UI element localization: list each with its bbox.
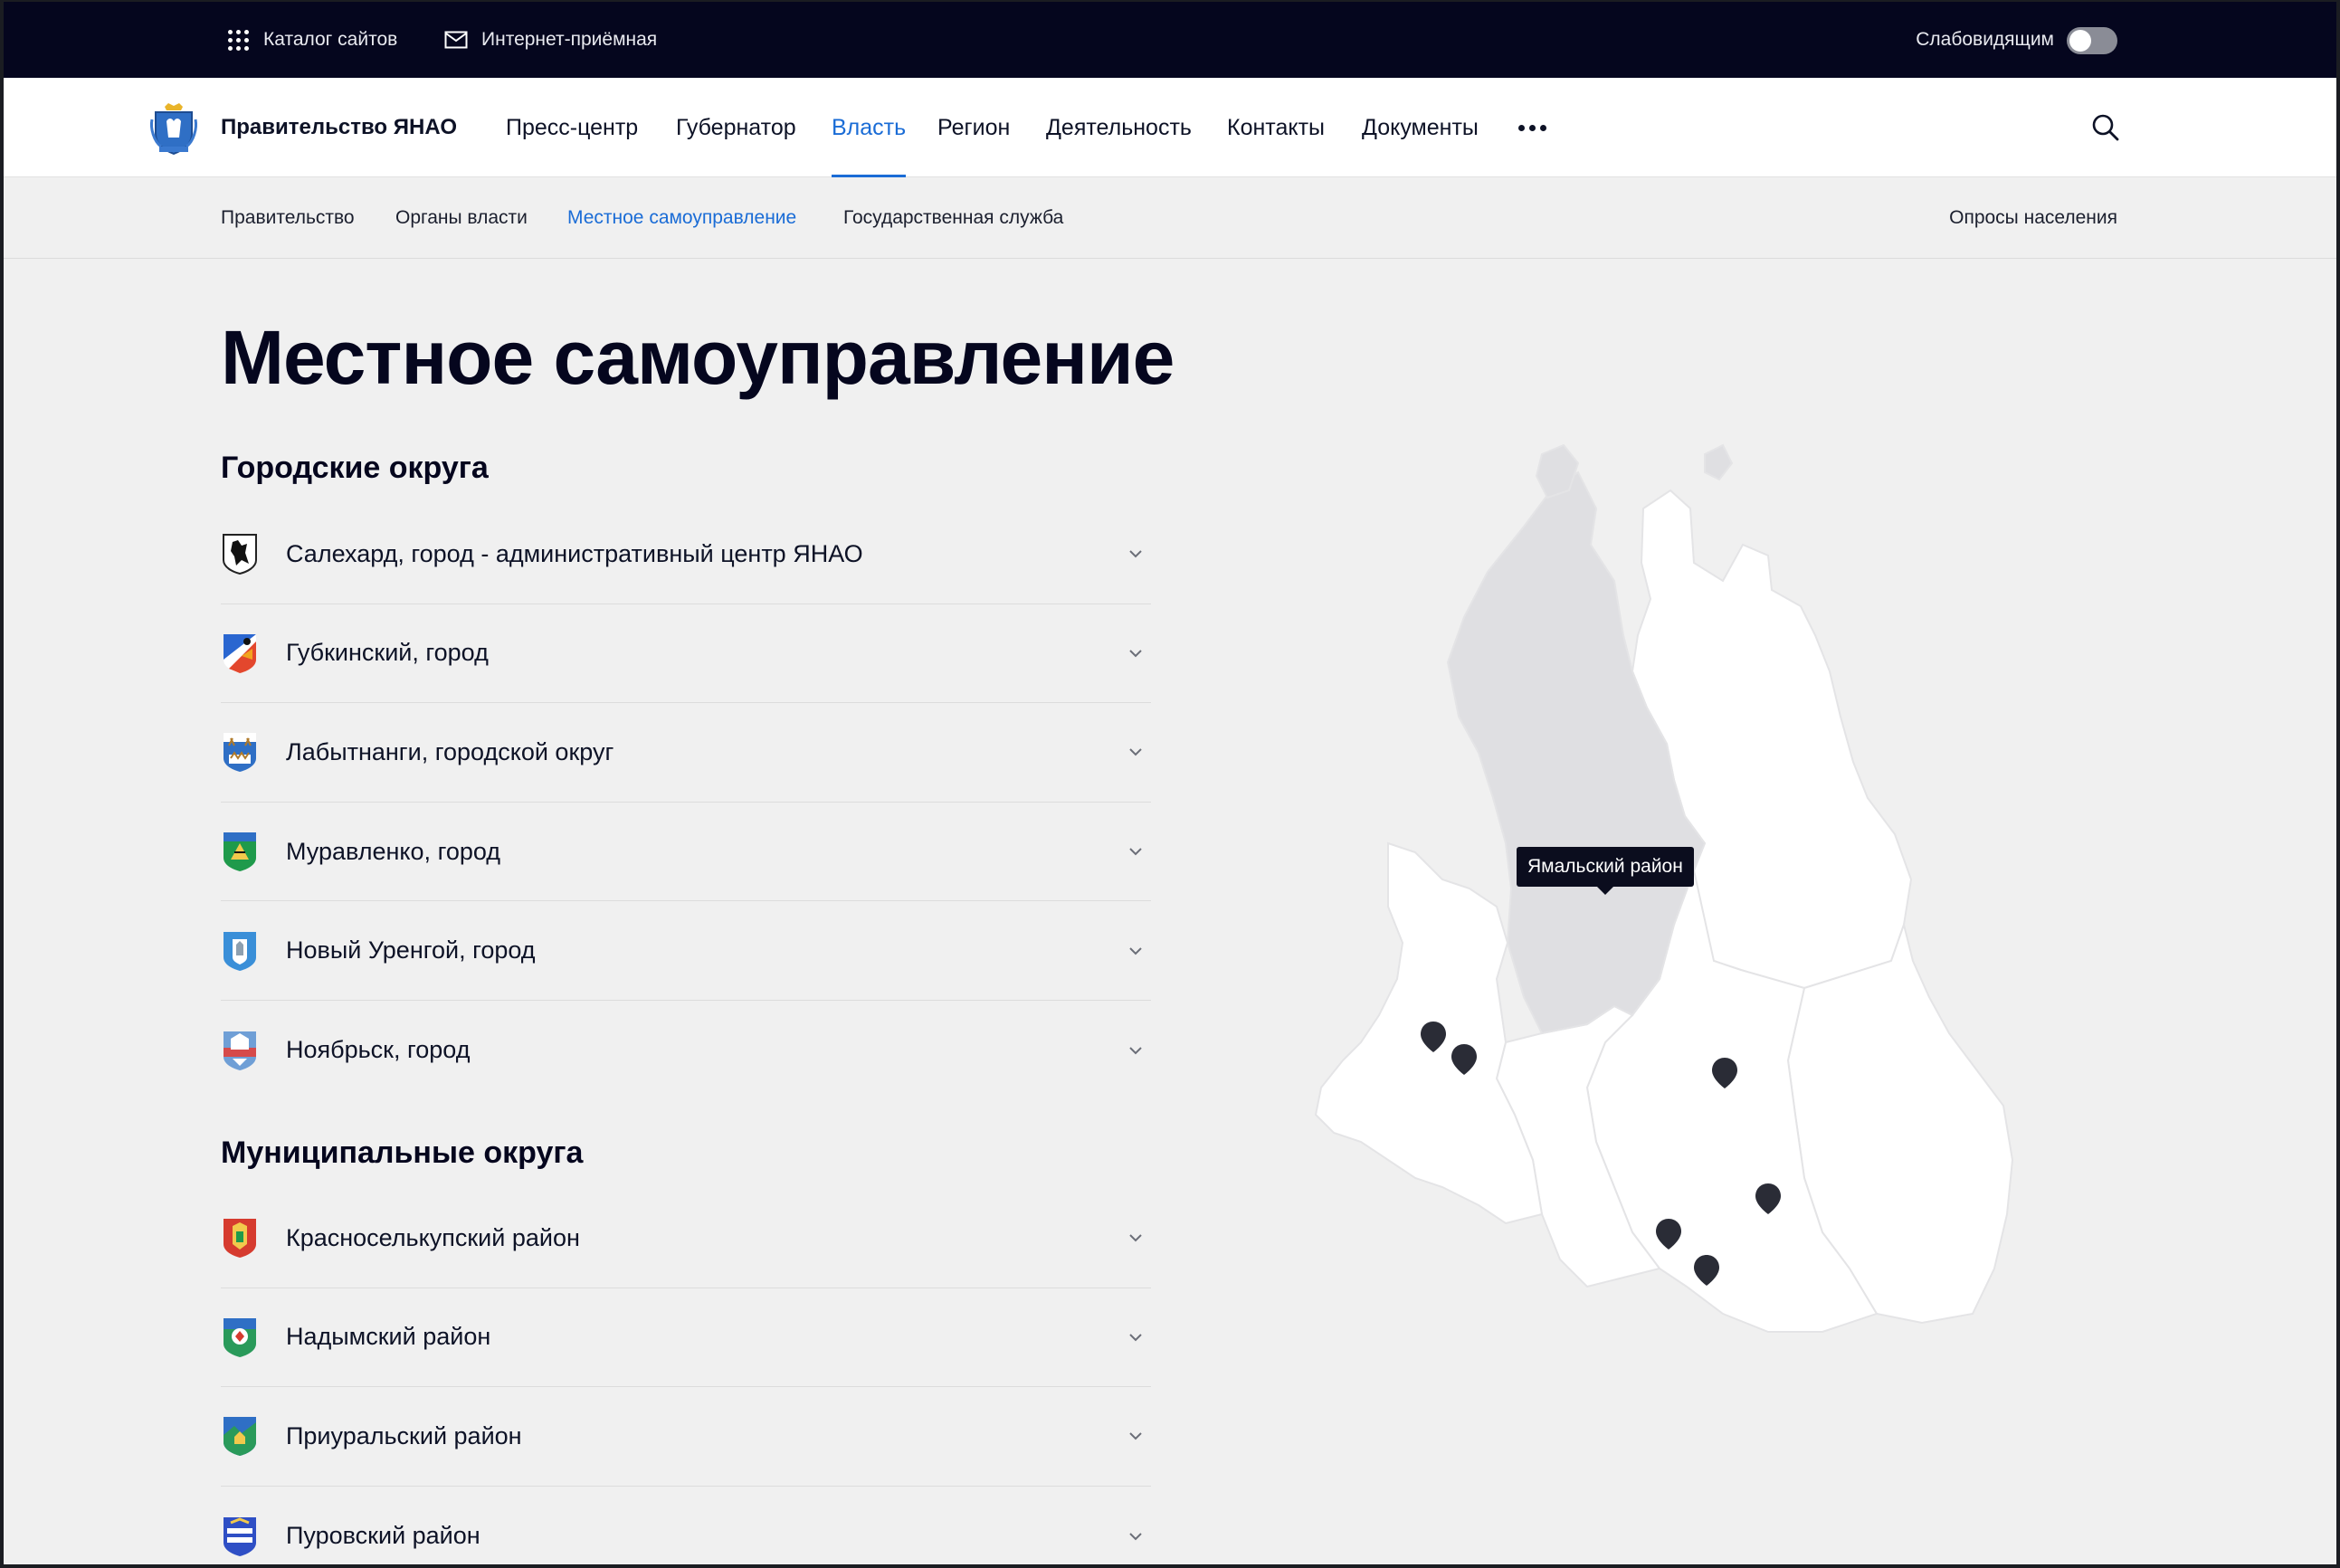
region-map bbox=[1314, 443, 2014, 1333]
list-item-label: Новый Уренгой, город bbox=[286, 936, 536, 965]
salekhard-emblem-icon bbox=[221, 532, 259, 575]
chevron-down-icon[interactable] bbox=[1127, 546, 1144, 562]
nadym-emblem-icon bbox=[221, 1316, 259, 1359]
vision-label: Слабовидящим bbox=[1916, 29, 2054, 50]
reception-label: Интернет-приёмная bbox=[481, 29, 658, 50]
list-item[interactable]: Пуровский район bbox=[221, 1487, 1151, 1564]
more-menu-icon[interactable] bbox=[1518, 125, 1546, 131]
sub-navigation: Правительство Органы власти Местное само… bbox=[4, 177, 2336, 259]
map-island-north bbox=[1704, 443, 1734, 481]
subnav-polls[interactable]: Опросы населения bbox=[1949, 177, 2117, 259]
chevron-down-icon[interactable] bbox=[1127, 1329, 1144, 1345]
map-tooltip: Ямальский район bbox=[1517, 847, 1694, 895]
list-item[interactable]: Ноябрьск, город bbox=[221, 1001, 1151, 1100]
search-icon[interactable] bbox=[2090, 112, 2121, 143]
catalog-label: Каталог сайтов bbox=[263, 29, 398, 50]
urban-districts-heading: Городские округа bbox=[221, 451, 489, 485]
muravlenko-emblem-icon bbox=[221, 830, 259, 873]
page-title: Местное самоуправление bbox=[221, 315, 1175, 400]
list-item-label: Муравленко, город bbox=[286, 837, 501, 865]
labytnangi-emblem-icon bbox=[221, 730, 259, 774]
reception-link[interactable]: Интернет-приёмная bbox=[443, 2, 657, 78]
municipal-districts-list: Красноселькупский район Надымский район … bbox=[221, 1189, 1151, 1564]
list-item[interactable]: Новый Уренгой, город bbox=[221, 901, 1151, 1001]
chevron-down-icon[interactable] bbox=[1127, 645, 1144, 661]
chevron-down-icon[interactable] bbox=[1127, 843, 1144, 860]
list-item[interactable]: Надымский район bbox=[221, 1288, 1151, 1388]
list-item-label: Надымский район bbox=[286, 1323, 491, 1351]
chevron-down-icon[interactable] bbox=[1127, 1042, 1144, 1059]
top-utility-bar: Каталог сайтов Интернет-приёмная Слабови… bbox=[4, 2, 2336, 78]
chevron-down-icon[interactable] bbox=[1127, 943, 1144, 959]
chevron-down-icon[interactable] bbox=[1127, 1230, 1144, 1246]
nav-documents[interactable]: Документы bbox=[1362, 78, 1479, 177]
nav-contacts[interactable]: Контакты bbox=[1227, 78, 1325, 177]
noyabrsk-emblem-icon bbox=[221, 1029, 259, 1072]
list-item-label: Красноселькупский район bbox=[286, 1223, 580, 1251]
vision-toggle[interactable] bbox=[2067, 27, 2117, 54]
nav-region[interactable]: Регион bbox=[937, 78, 1010, 177]
list-item[interactable]: Лабытнанги, городской округ bbox=[221, 703, 1151, 803]
subnav-government[interactable]: Правительство bbox=[221, 177, 355, 259]
subnav-authorities[interactable]: Органы власти bbox=[395, 177, 528, 259]
list-item-label: Пуровский район bbox=[286, 1522, 480, 1550]
list-item-label: Приуральский район bbox=[286, 1421, 522, 1449]
brand-name[interactable]: Правительство ЯНАО bbox=[221, 78, 457, 177]
purovsky-emblem-icon bbox=[221, 1515, 259, 1558]
list-item[interactable]: Салехард, город - административный центр… bbox=[221, 505, 1151, 604]
main-navigation: Правительство ЯНАО Пресс-центр Губернато… bbox=[4, 78, 2336, 177]
subnav-local-government[interactable]: Местное самоуправление bbox=[567, 177, 796, 259]
nav-governor[interactable]: Губернатор bbox=[676, 78, 796, 177]
gubkinsky-emblem-icon bbox=[221, 632, 259, 675]
list-item[interactable]: Приуральский район bbox=[221, 1387, 1151, 1487]
krasnoselkup-emblem-icon bbox=[221, 1216, 259, 1259]
chevron-down-icon[interactable] bbox=[1127, 1528, 1144, 1544]
list-item[interactable]: Красноселькупский район bbox=[221, 1189, 1151, 1288]
chevron-down-icon[interactable] bbox=[1127, 744, 1144, 760]
browser-page: Каталог сайтов Интернет-приёмная Слабови… bbox=[4, 2, 2336, 1564]
chevron-down-icon[interactable] bbox=[1127, 1428, 1144, 1444]
catalog-link[interactable]: Каталог сайтов bbox=[225, 2, 397, 78]
list-item[interactable]: Губкинский, город bbox=[221, 604, 1151, 704]
urban-districts-list: Салехард, город - административный центр… bbox=[221, 505, 1151, 1100]
nav-press-center[interactable]: Пресс-центр bbox=[506, 78, 638, 177]
list-item-label: Ноябрьск, город bbox=[286, 1036, 471, 1064]
list-item[interactable]: Муравленко, город bbox=[221, 803, 1151, 902]
mail-icon bbox=[443, 27, 469, 52]
novy-urengoy-emblem-icon bbox=[221, 929, 259, 973]
list-item-label: Лабытнанги, городской округ bbox=[286, 737, 614, 765]
nav-activity[interactable]: Деятельность bbox=[1046, 78, 1192, 177]
municipal-districts-heading: Муниципальные округа bbox=[221, 1136, 584, 1170]
coat-of-arms-logo[interactable] bbox=[148, 101, 199, 156]
priuralsky-emblem-icon bbox=[221, 1414, 259, 1458]
list-item-label: Губкинский, город bbox=[286, 639, 489, 667]
subnav-civil-service[interactable]: Государственная служба bbox=[843, 177, 1063, 259]
bottom-fade bbox=[1451, 1537, 2336, 1564]
nav-power[interactable]: Власть bbox=[832, 78, 907, 177]
apps-grid-icon bbox=[225, 27, 251, 52]
list-item-label: Салехард, город - административный центр… bbox=[286, 539, 863, 567]
